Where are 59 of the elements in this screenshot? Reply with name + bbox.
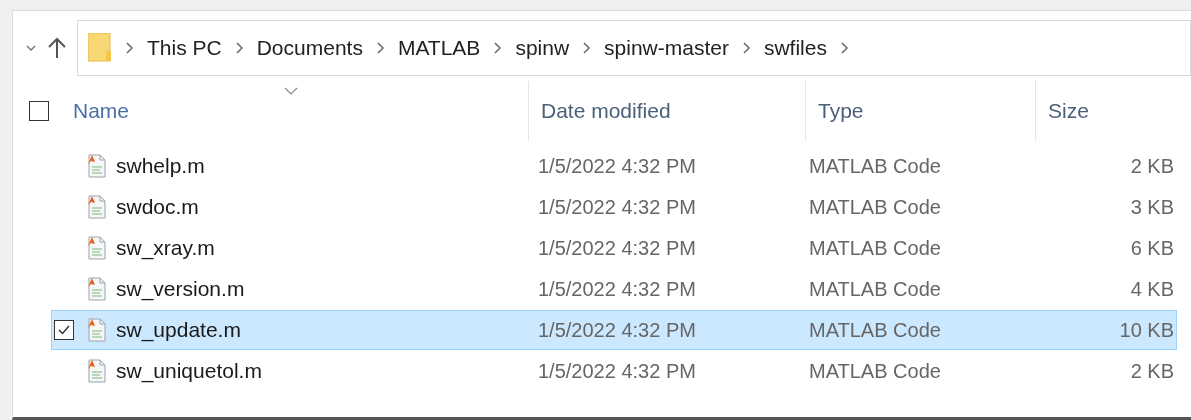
column-header[interactable]: Date modified	[541, 95, 671, 127]
file-type: MATLAB Code	[808, 317, 942, 343]
matlab-file-icon	[86, 152, 108, 179]
file-size: 10 KB	[1118, 317, 1175, 343]
file-type: MATLAB Code	[808, 153, 942, 179]
column-header[interactable]: Type	[818, 95, 864, 127]
chevron-right-icon	[494, 42, 502, 54]
file-name: sw_xray.m	[116, 234, 215, 262]
chevron-right-icon	[126, 42, 133, 54]
chevron-right-icon	[840, 42, 848, 54]
chevron-right-icon	[742, 42, 750, 54]
breadcrumb-item[interactable]: spinw	[515, 32, 570, 64]
breadcrumb-item[interactable]: swfiles	[763, 32, 827, 64]
date-modified: 1/5/2022 4:32 PM	[537, 194, 697, 220]
breadcrumb-item[interactable]: This PC	[147, 32, 222, 64]
breadcrumb-item[interactable]: spinw-master	[604, 32, 729, 64]
file-type: MATLAB Code	[808, 235, 942, 261]
chevron-right-icon	[376, 42, 384, 54]
chevron-right-icon	[235, 42, 243, 54]
date-modified: 1/5/2022 4:32 PM	[537, 317, 697, 343]
file-row[interactable]: sw_xray.m 1/5/2022 4:32 PM MATLAB Code 6 KB	[51, 227, 1177, 268]
date-modified: 1/5/2022 4:32 PM	[537, 358, 697, 384]
matlab-file-icon	[86, 193, 108, 220]
file-name: swhelp.m	[116, 152, 205, 179]
file-row[interactable]: swdoc.m 1/5/2022 4:32 PM MATLAB Code 3 KB	[51, 186, 1177, 227]
file-size: 3 KB	[1129, 194, 1175, 220]
file-size: 6 KB	[1129, 235, 1175, 261]
column-header[interactable]: Name	[73, 95, 130, 127]
breadcrumb-item[interactable]: MATLAB	[397, 32, 481, 64]
file-row[interactable]: sw_uniquetol.m 1/5/2022 4:32 PM MATLAB Code 2 KB	[51, 350, 1177, 391]
checkbox[interactable]	[54, 319, 74, 340]
file-type: MATLAB Code	[808, 194, 942, 220]
file-name: sw_uniquetol.m	[116, 357, 262, 385]
matlab-file-icon	[86, 316, 108, 343]
file-type: MATLAB Code	[808, 358, 942, 384]
file-size: 4 KB	[1129, 276, 1175, 302]
chevron-right-icon	[583, 42, 591, 54]
file-row[interactable]: sw_version.m 1/5/2022 4:32 PM MATLAB Code 4 KB	[51, 268, 1177, 309]
chevron-down-icon[interactable]	[25, 44, 37, 52]
date-modified: 1/5/2022 4:32 PM	[537, 235, 697, 261]
file-name: swdoc.m	[116, 193, 199, 220]
matlab-file-icon	[86, 357, 108, 384]
breadcrumb-item[interactable]: Documents	[256, 32, 363, 64]
file-size: 2 KB	[1129, 153, 1175, 179]
file-type: MATLAB Code	[808, 276, 942, 302]
address-bar[interactable]: This PC Documents MATLAB spinw spinw-master swfiles	[77, 20, 1191, 76]
file-row[interactable]: swhelp.m 1/5/2022 4:32 PM MATLAB Code 2 KB	[51, 145, 1177, 186]
file-name: sw_update.m	[116, 316, 241, 344]
up-arrow-icon[interactable]	[47, 37, 67, 59]
file-size: 2 KB	[1129, 358, 1175, 384]
column-header[interactable]: Size	[1048, 95, 1089, 127]
folder-icon	[88, 33, 112, 63]
matlab-file-icon	[86, 275, 108, 302]
date-modified: 1/5/2022 4:32 PM	[537, 276, 697, 302]
date-modified: 1/5/2022 4:32 PM	[537, 153, 697, 179]
file-row[interactable]: sw_update.m 1/5/2022 4:32 PM MATLAB Code 10 KB	[51, 309, 1177, 350]
matlab-file-icon	[86, 234, 108, 261]
checkbox[interactable]	[29, 101, 49, 121]
file-name: sw_version.m	[116, 275, 245, 303]
